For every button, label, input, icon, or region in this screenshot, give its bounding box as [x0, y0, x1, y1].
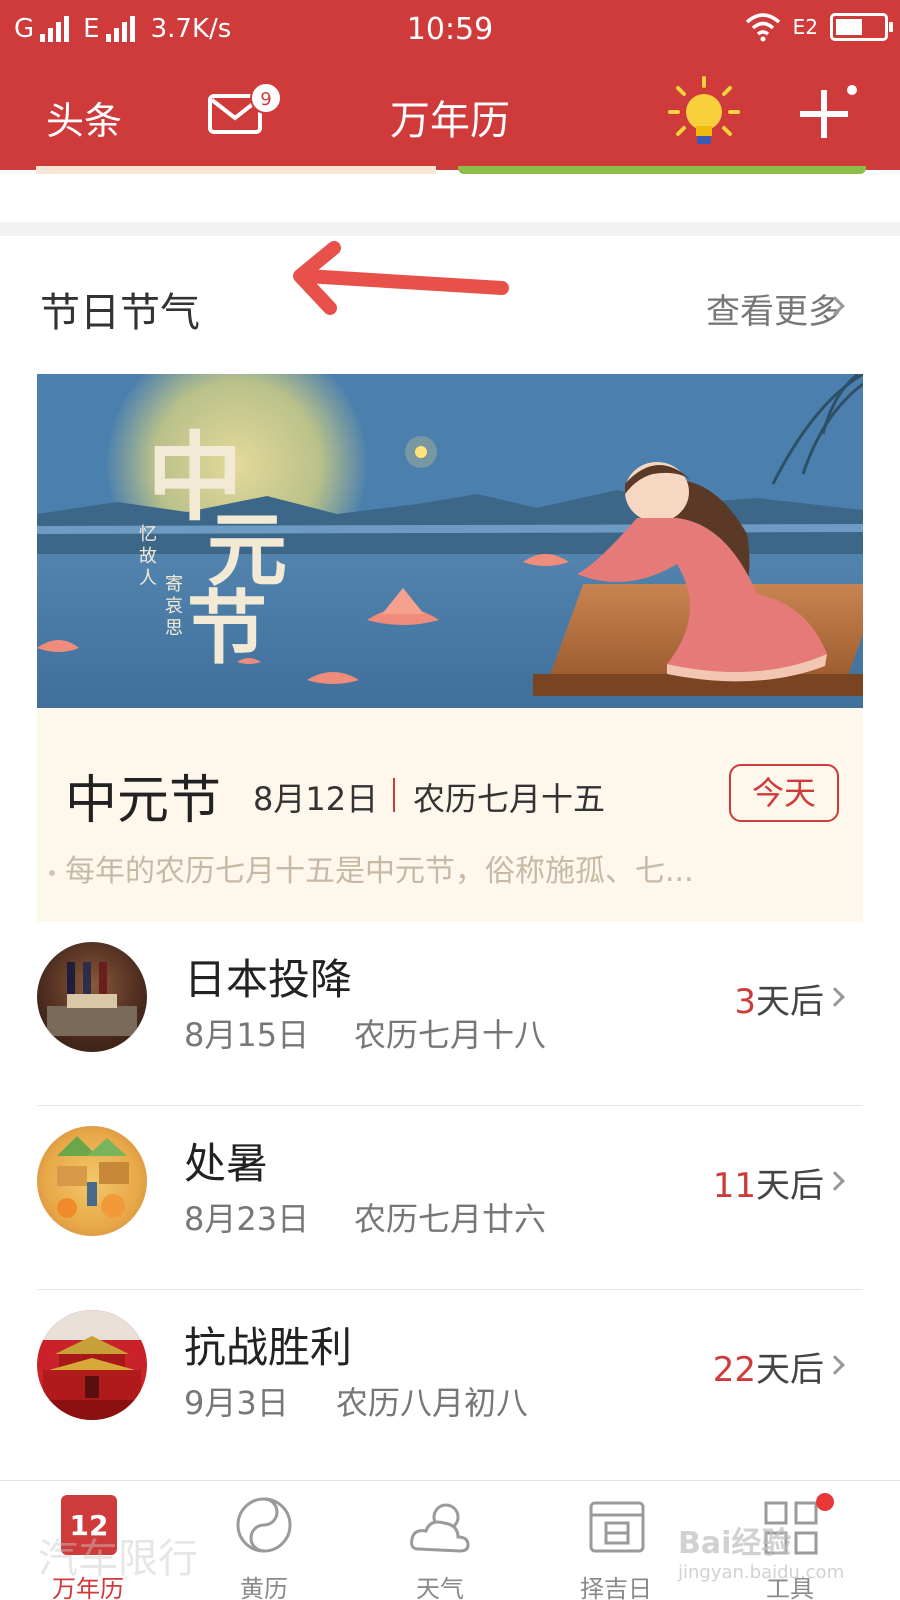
network-type: E2: [792, 15, 818, 39]
ceremony-image: [47, 962, 137, 1036]
event-lunar-date: 农历七月十八: [354, 1016, 547, 1054]
event-lunar-date: 农历八月初八: [336, 1384, 529, 1422]
previous-button-edge: [458, 166, 866, 174]
plus-icon: [800, 85, 857, 138]
annotation-arrow-icon: [293, 241, 509, 315]
section-title: 节日节气: [40, 290, 200, 336]
baidu-watermark: Bai经验: [678, 1526, 792, 1561]
event-title: 日本投降: [184, 955, 353, 1004]
event-title: 处暑: [184, 1139, 269, 1188]
festival-date: 8月12日: [253, 780, 379, 818]
battery-icon: [830, 13, 893, 41]
nav-label: 黄历: [240, 1575, 288, 1600]
festival-lunar-date: 农历七月十五: [413, 780, 606, 818]
list-item[interactable]: 抗战胜利 9月3日 农历八月初八 22天后: [0, 1290, 900, 1474]
countdown-days: 11: [712, 1166, 756, 1206]
event-date: 8月23日: [184, 1200, 310, 1238]
event-lunar-date: 农历七月廿六: [354, 1200, 547, 1238]
lightbulb-icon: [668, 76, 740, 144]
event-countdown: 3天后: [734, 974, 824, 1023]
today-badge: 今天: [729, 764, 839, 822]
weather-icon: [410, 1503, 470, 1553]
calendar-select-icon: [589, 1501, 645, 1553]
baidu-watermark-url: jingyan.baidu.com: [678, 1562, 845, 1583]
previous-card-edge: [36, 166, 436, 174]
app-bar: 头条 9 万年历: [0, 72, 900, 162]
festival-banner[interactable]: 中 元 节 忆故人 寄哀思: [37, 374, 863, 708]
autumn-harvest-image: [57, 1136, 129, 1218]
festival-description: 每年的农历七月十五是中元节，俗称施孤、七...: [49, 846, 694, 890]
event-countdown: 11天后: [713, 1158, 824, 1207]
festival-name: 中元节: [65, 771, 222, 831]
countdown-suffix: 天后: [756, 982, 824, 1022]
yin-yang-icon: [236, 1497, 292, 1553]
festival-description-text: 每年的农历七月十五是中元节，俗称施孤、七...: [65, 854, 694, 889]
list-item[interactable]: 日本投降 8月15日 农历七月十八 3天后: [0, 922, 900, 1106]
top-bar: G E 3.7K/s 10:59 E2 头条 9 万年历: [0, 0, 900, 170]
chevron-right-icon: [825, 987, 845, 1007]
chevron-right-icon: [825, 1171, 845, 1191]
featured-festival-card[interactable]: 中元节 8月12日 农历七月十五 今天 每年的农历七月十五是中元节，俗称施孤、七…: [37, 708, 863, 922]
event-thumbnail: [37, 1310, 147, 1420]
see-more-link[interactable]: 查看更多: [706, 284, 842, 333]
event-title: 抗战胜利: [184, 1323, 353, 1372]
countdown-days: 22: [712, 1350, 756, 1390]
status-bar: G E 3.7K/s 10:59 E2: [0, 0, 900, 60]
nav-label: 择吉日: [580, 1575, 652, 1600]
bullet-dot: [49, 869, 55, 876]
list-item[interactable]: 处暑 8月23日 农历七月廿六 11天后: [0, 1106, 900, 1290]
nav-label: 天气: [416, 1575, 464, 1600]
add-button[interactable]: [798, 82, 862, 150]
countdown-suffix: 天后: [756, 1166, 824, 1206]
app-title: 万年历: [390, 98, 510, 144]
event-thumbnail: [37, 942, 147, 1052]
event-date: 8月15日: [184, 1016, 310, 1054]
girl-illustration: [577, 462, 827, 682]
see-more-label: 查看更多: [706, 292, 842, 332]
notification-dot: [816, 1493, 834, 1511]
countdown-days: 3: [734, 982, 756, 1022]
section-divider: [0, 222, 900, 236]
wifi-icon: [745, 13, 780, 42]
countdown-suffix: 天后: [756, 1350, 824, 1390]
chevron-right-icon: [825, 1355, 845, 1375]
event-thumbnail: [37, 1126, 147, 1236]
watermark-overlay-text: 汽车限行: [38, 1536, 198, 1582]
tiananmen-image: [37, 1310, 147, 1420]
event-countdown: 22天后: [713, 1342, 824, 1391]
date-separator: [393, 778, 395, 812]
event-date: 9月3日: [184, 1384, 289, 1422]
lightbulb-button[interactable]: [668, 76, 740, 160]
